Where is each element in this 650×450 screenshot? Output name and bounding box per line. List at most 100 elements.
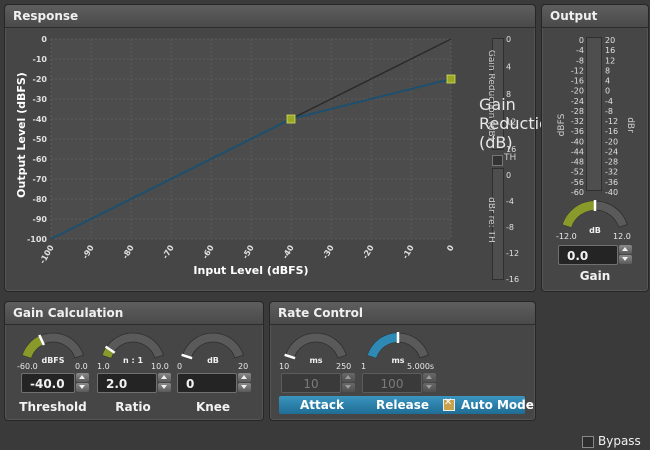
dbr-tick-label: 0 <box>605 87 610 96</box>
dbfs-tick-label: -44 <box>571 147 584 156</box>
gain-input[interactable]: 0.0 <box>558 245 618 265</box>
meter-tick-label: -4 <box>506 197 514 206</box>
y-tick-label: -100 <box>27 235 47 244</box>
x-tick-label: -60 <box>201 243 216 260</box>
x-tick-label: -30 <box>321 243 336 260</box>
dbfs-tick-label: -52 <box>571 168 584 177</box>
threshold-max-label: 0.0 <box>75 362 88 371</box>
dbr-tick-label: -12 <box>605 117 618 126</box>
release-spinner[interactable] <box>423 373 436 393</box>
knob-unit-label: dBFS <box>41 356 64 365</box>
gain-max-label: 12.0 <box>613 232 631 241</box>
threshold-input[interactable]: -40.0 <box>21 373 75 393</box>
x-tick-label: -70 <box>161 243 176 260</box>
dbr-tick-label: -4 <box>605 97 613 106</box>
response-title: Response <box>5 5 535 28</box>
dbfs-tick-label: -28 <box>571 107 584 116</box>
rate-control-title: Rate Control <box>270 302 535 325</box>
y-tick-label: -50 <box>33 135 48 144</box>
y-tick-label: -90 <box>33 215 48 224</box>
dbr-tick-label: -8 <box>605 107 613 116</box>
auto-mode-label[interactable]: Auto Mode <box>461 398 534 412</box>
gain-spinner[interactable] <box>619 245 632 265</box>
knob-unit-label: dB <box>207 356 219 365</box>
gain-min-label: -12.0 <box>556 232 577 241</box>
dbfs-tick-label: -12 <box>571 66 584 75</box>
meter-tick-label: -8 <box>506 223 514 232</box>
y-tick-label: -70 <box>33 175 48 184</box>
knob-unit-label: ms <box>309 356 322 365</box>
auto-mode-checkbox[interactable]: ✕ <box>443 397 455 411</box>
x-tick-label: -10 <box>401 243 416 260</box>
gain-down-arrow-icon <box>619 255 632 264</box>
dbfs-tick-label: -40 <box>571 137 584 146</box>
attack-up-arrow-icon <box>342 373 355 382</box>
bypass-label[interactable]: Bypass <box>598 434 641 448</box>
attack-input[interactable]: 10 <box>281 373 341 393</box>
attack-down-arrow-icon <box>342 383 355 392</box>
release-input[interactable]: 100 <box>362 373 422 393</box>
knee-spinner[interactable] <box>238 373 251 393</box>
knee-up-arrow-icon <box>238 373 251 382</box>
dbr-tick-label: 8 <box>605 66 610 75</box>
attack-spinner[interactable] <box>342 373 355 393</box>
ratio-up-arrow-icon <box>158 373 171 382</box>
x-tick-label: -40 <box>281 243 296 260</box>
bypass-checkbox[interactable] <box>582 436 594 448</box>
knee-input[interactable]: 0 <box>177 373 237 393</box>
response-chart[interactable]: -100 -90 -80 -70 -60 -50 -40 -30 -20 -10 0 0-10-20… <box>5 27 485 287</box>
dbfs-label: dBFS <box>557 113 567 136</box>
threshold-min-label: -60.0 <box>17 362 38 371</box>
th-ticks-svg: 0 -4 -8 -12 -16 <box>506 171 519 284</box>
ratio-spinner[interactable] <box>158 373 171 393</box>
attack-max-label: 250 <box>336 362 352 371</box>
y-tick-label: 0 <box>41 35 47 44</box>
knob-track <box>285 332 347 359</box>
dbr-tick-label: 20 <box>605 36 615 45</box>
gain-label: Gain <box>579 269 611 283</box>
dbr-tick-label: -20 <box>605 137 618 146</box>
gain-calculation-panel: Gain Calculation dBFS -60.0 0.0 -40.0 Th… <box>4 301 264 421</box>
y-tick-label: -60 <box>33 155 48 164</box>
output-panel: Output 0 -4 -8 -12 -16 -20 -24 -28 -32 -36 -40 -44-… <box>541 4 649 292</box>
dbfs-tick-label: -56 <box>571 178 584 187</box>
x-axis-label: Input Level (dBFS) <box>193 264 308 277</box>
x-tick-label: -90 <box>81 243 96 260</box>
x-ticks: -100 -90 -80 -70 -60 -50 -40 -30 -20 -10 0 <box>38 243 456 265</box>
threshold-spinner[interactable] <box>76 373 89 393</box>
meter-tick-label: 0 <box>506 35 511 44</box>
meter-tick-label: 4 <box>506 63 511 72</box>
knee-down-arrow-icon <box>238 383 251 392</box>
dbfs-tick-label: 0 <box>579 36 584 45</box>
ratio-input[interactable]: 2.0 <box>97 373 157 393</box>
ratio-down-arrow-icon <box>158 383 171 392</box>
y-tick-label: -30 <box>33 95 48 104</box>
release-down-arrow-icon <box>423 383 436 392</box>
dbr-tick-label: 4 <box>605 77 610 86</box>
curve-control-point <box>446 74 456 84</box>
knob-unit-label: ms <box>391 356 404 365</box>
response-panel: Response -100 -90 -80 -70 -60 -50 -40 -30 -20 -10… <box>4 4 559 292</box>
y-axis-label: Output Level (dBFS) <box>15 72 28 198</box>
dbr-label: dBr <box>625 117 635 133</box>
attack-button[interactable]: Attack <box>300 398 344 412</box>
x-tick-label: -100 <box>38 243 56 265</box>
ratio-label: Ratio <box>115 400 151 414</box>
dbfs-tick-label: -24 <box>571 97 584 106</box>
release-button[interactable]: Release <box>376 398 429 412</box>
gain-reduction-title: Gain Reduction (dB) <box>486 50 495 140</box>
y-tick-label: -10 <box>33 55 48 64</box>
x-tick-label: -80 <box>121 243 136 260</box>
dbfs-tick-label: -8 <box>576 56 584 65</box>
y-tick-label: -40 <box>33 115 48 124</box>
ratio-min-label: 1.0 <box>97 362 110 371</box>
knob-track <box>182 332 244 359</box>
release-max-label: 5.000s <box>407 362 435 371</box>
attack-min-label: 10 <box>279 362 290 371</box>
dbr-tick-label: -16 <box>605 127 618 136</box>
gain-knob[interactable]: dB <box>557 197 633 237</box>
dbfs-tick-label: -48 <box>571 158 584 167</box>
output-title: Output <box>542 5 648 28</box>
dbfs-tick-label: -20 <box>571 87 584 96</box>
knee-min-label: 0 <box>177 362 183 371</box>
